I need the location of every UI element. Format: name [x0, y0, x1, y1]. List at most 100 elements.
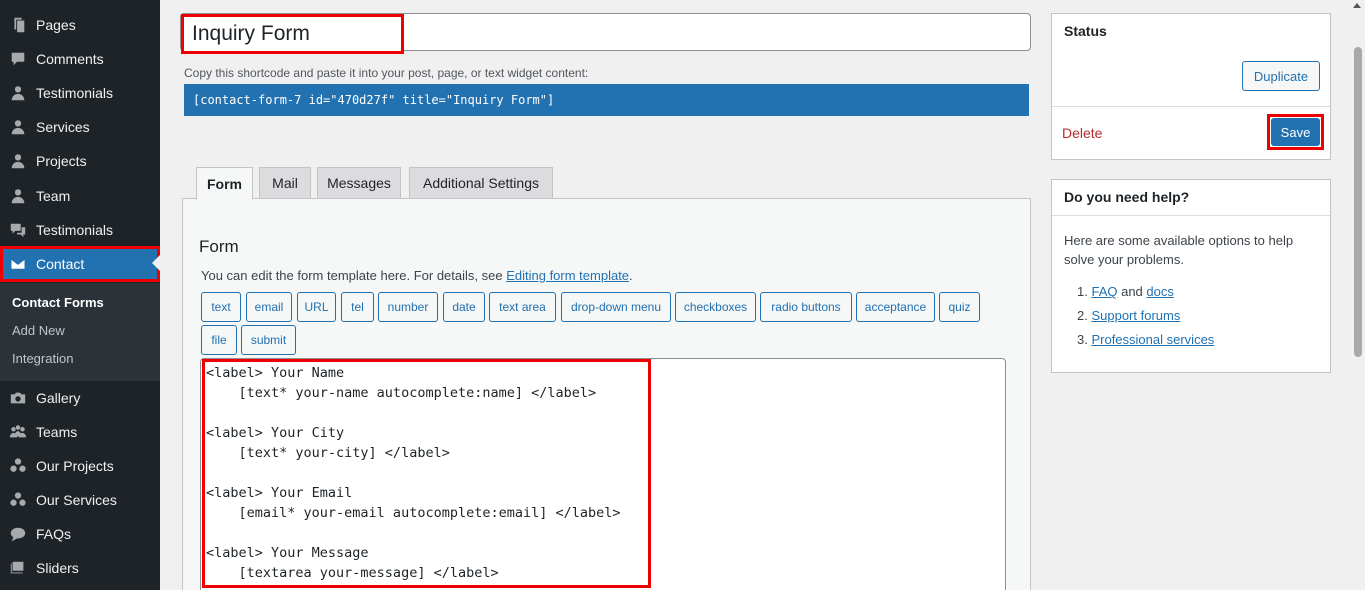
help-list-item: 3. Professional services [1077, 332, 1214, 347]
editing-form-template-link[interactable]: Editing form template [506, 268, 629, 283]
tab-form[interactable]: Form [196, 167, 253, 200]
chat-icon [0, 525, 36, 543]
sidebar-item-services[interactable]: Services [0, 110, 160, 144]
tag-button-acceptance[interactable]: acceptance [856, 292, 935, 322]
tag-button-file[interactable]: file [201, 325, 237, 355]
sidebar-item-sliders[interactable]: Sliders [0, 551, 160, 585]
groups-icon [0, 423, 36, 441]
scrollbar-thumb[interactable] [1354, 47, 1362, 357]
tag-button-submit[interactable]: submit [241, 325, 296, 355]
help-title: Do you need help? [1064, 189, 1190, 205]
sidebar-item-label: Team [36, 188, 71, 204]
tag-button-textarea[interactable]: text area [489, 292, 556, 322]
panel-title: Form [199, 237, 239, 256]
help-text: Here are some available options to help … [1064, 233, 1294, 267]
sidebar-item-label: Sliders [36, 560, 79, 576]
list-text: and [1117, 284, 1147, 299]
code-line: [email* your-email autocomplete:email] <… [206, 505, 621, 521]
tag-button-number[interactable]: number [378, 292, 438, 322]
tag-button-tel[interactable]: tel [341, 292, 374, 322]
tag-button-checkboxes[interactable]: checkboxes [675, 292, 756, 322]
code-line: <label> Your Name [206, 365, 345, 381]
comments-icon [0, 50, 36, 68]
code-line: <label> Your Email [206, 485, 353, 501]
desc-text: You can edit the form template here. For… [201, 268, 507, 283]
shortcode-hint: Copy this shortcode and paste it into yo… [184, 66, 589, 80]
tag-button-date[interactable]: date [443, 292, 485, 322]
tag-button-radio[interactable]: radio buttons [760, 292, 852, 322]
tab-mail[interactable]: Mail [259, 167, 311, 199]
support-forums-link[interactable]: Support forums [1091, 308, 1180, 323]
user-icon [0, 84, 36, 102]
code-line: [textarea your-message] </label> [206, 565, 499, 581]
sidebar-item-faqs[interactable]: FAQs [0, 517, 160, 551]
sidebar-item-label: Testimonials [36, 222, 114, 238]
code-line: <label> Your Message [206, 545, 369, 561]
cluster-icon [0, 491, 36, 509]
camera-icon [0, 389, 36, 407]
sidebar-item-label: Our Projects [36, 458, 114, 474]
sidebar-item-teams[interactable]: Teams [0, 415, 160, 449]
code-line: [text* your-city] </label> [206, 445, 450, 461]
faq-link[interactable]: FAQ [1091, 284, 1117, 299]
sidebar-item-our-services[interactable]: Our Services [0, 483, 160, 517]
sidebar-item-gallery[interactable]: Gallery [0, 381, 160, 415]
cluster-icon [0, 457, 36, 475]
desc-suffix: . [629, 268, 633, 283]
submenu-add-new[interactable]: Add New [12, 323, 65, 338]
form-title-input[interactable]: Inquiry Form [181, 14, 404, 54]
sidebar-item-pages[interactable]: Pages [0, 8, 160, 42]
sidebar-item-label: Comments [36, 51, 104, 67]
tag-button-text[interactable]: text [201, 292, 241, 322]
user-icon [0, 187, 36, 205]
sidebar-item-our-projects[interactable]: Our Projects [0, 449, 160, 483]
sidebar-item-testimonials-2[interactable]: Testimonials [0, 213, 160, 247]
submenu-contact-forms[interactable]: Contact Forms [12, 295, 104, 310]
professional-services-link[interactable]: Professional services [1091, 332, 1214, 347]
tab-additional-settings[interactable]: Additional Settings [409, 167, 553, 199]
help-list-item: 1. FAQ and docs [1077, 284, 1174, 299]
comments-icon [0, 221, 36, 239]
slides-icon [0, 559, 36, 577]
sidebar-item-label: Teams [36, 424, 78, 440]
sidebar-item-label: Pages [36, 17, 76, 33]
mail-icon [0, 255, 36, 273]
tag-button-dropdown[interactable]: drop-down menu [561, 292, 671, 322]
save-button[interactable]: Save [1271, 118, 1320, 146]
tag-button-email[interactable]: email [246, 292, 292, 322]
duplicate-button[interactable]: Duplicate [1242, 61, 1320, 91]
sidebar-item-label: Projects [36, 153, 87, 169]
contact-submenu: Contact Forms Add New Integration [0, 283, 160, 381]
status-title: Status [1064, 23, 1107, 39]
sidebar-item-team[interactable]: Team [0, 179, 160, 213]
sidebar-item-testimonials[interactable]: Testimonials [0, 76, 160, 110]
help-list-item: 2. Support forums [1077, 308, 1180, 323]
list-number: 1. [1077, 284, 1088, 299]
submenu-integration[interactable]: Integration [12, 351, 73, 366]
pages-icon [0, 16, 36, 34]
sidebar-item-label: FAQs [36, 526, 72, 542]
shortcode-field[interactable]: [contact-form-7 id="470d27f" title="Inqu… [184, 84, 1029, 116]
sidebar-item-projects[interactable]: Projects [0, 144, 160, 178]
list-number: 2. [1077, 308, 1088, 323]
admin-sidebar: Pages Comments Testimonials Services Pro… [0, 0, 160, 590]
sidebar-item-contact[interactable]: Contact [0, 246, 160, 282]
active-indicator [152, 255, 160, 271]
docs-link[interactable]: docs [1146, 284, 1173, 299]
panel-description: You can edit the form template here. For… [201, 268, 633, 283]
sidebar-item-comments[interactable]: Comments [0, 42, 160, 76]
list-number: 3. [1077, 332, 1088, 347]
tag-button-url[interactable]: URL [297, 292, 336, 322]
sidebar-item-label: Testimonials [36, 85, 114, 101]
code-line: [text* your-name autocomplete:name] </la… [206, 385, 597, 401]
user-icon [0, 152, 36, 170]
divider [1052, 106, 1330, 107]
tab-messages[interactable]: Messages [317, 167, 401, 199]
tag-button-quiz[interactable]: quiz [939, 292, 980, 322]
scroll-up-icon[interactable] [1353, 3, 1361, 8]
sidebar-item-label: Gallery [36, 390, 81, 406]
divider [1052, 215, 1330, 216]
sidebar-item-label: Contact [36, 256, 85, 272]
delete-link[interactable]: Delete [1062, 125, 1102, 141]
user-icon [0, 118, 36, 136]
